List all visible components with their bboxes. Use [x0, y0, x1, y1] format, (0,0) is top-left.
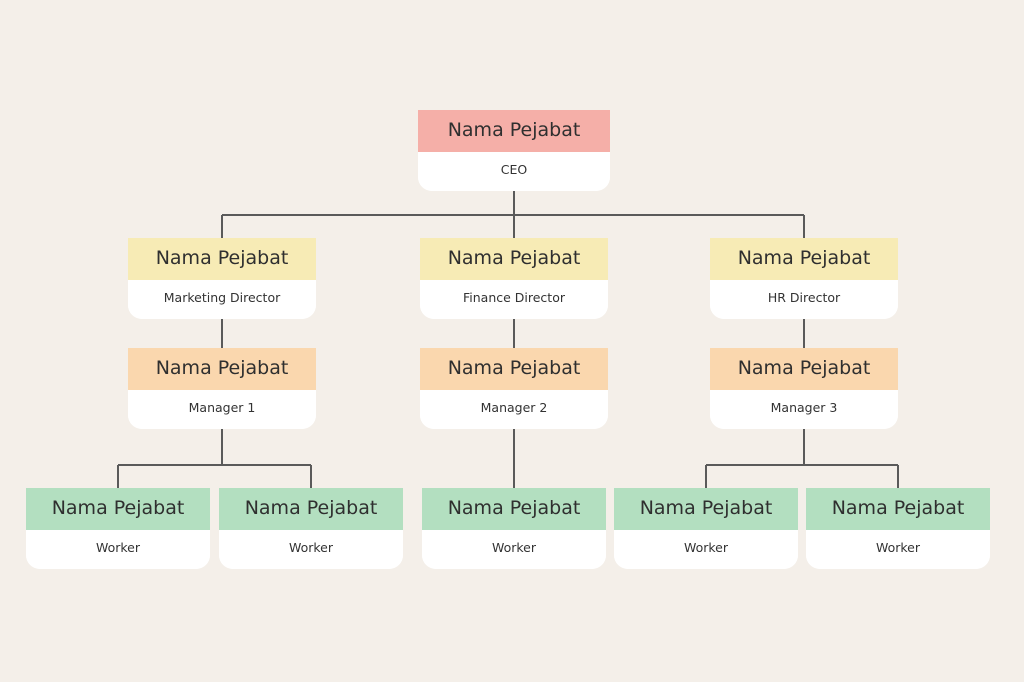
org-node-title: Nama Pejabat	[26, 488, 210, 530]
org-node-title: Nama Pejabat	[710, 238, 898, 280]
org-node-title: Nama Pejabat	[128, 238, 316, 280]
org-chart-canvas: Nama PejabatCEONama PejabatMarketing Dir…	[0, 0, 1024, 682]
org-node-role: Finance Director	[420, 280, 608, 319]
org-node-title: Nama Pejabat	[219, 488, 403, 530]
org-node-role: Worker	[614, 530, 798, 569]
org-node-wrk1[interactable]: Nama PejabatWorker	[26, 488, 210, 569]
org-node-role: HR Director	[710, 280, 898, 319]
org-node-mgr2[interactable]: Nama PejabatManager 2	[420, 348, 608, 429]
org-node-mgr1[interactable]: Nama PejabatManager 1	[128, 348, 316, 429]
org-node-title: Nama Pejabat	[420, 348, 608, 390]
org-node-title: Nama Pejabat	[420, 238, 608, 280]
org-node-dir1[interactable]: Nama PejabatMarketing Director	[128, 238, 316, 319]
org-node-dir3[interactable]: Nama PejabatHR Director	[710, 238, 898, 319]
org-node-role: Worker	[26, 530, 210, 569]
org-node-title: Nama Pejabat	[422, 488, 606, 530]
connector-lines	[0, 0, 1024, 682]
org-node-role: Manager 1	[128, 390, 316, 429]
org-node-role: Worker	[219, 530, 403, 569]
org-node-role: CEO	[418, 152, 610, 191]
org-node-wrk5[interactable]: Nama PejabatWorker	[806, 488, 990, 569]
org-node-role: Marketing Director	[128, 280, 316, 319]
org-node-mgr3[interactable]: Nama PejabatManager 3	[710, 348, 898, 429]
org-node-role: Manager 2	[420, 390, 608, 429]
org-node-title: Nama Pejabat	[806, 488, 990, 530]
org-node-wrk3[interactable]: Nama PejabatWorker	[422, 488, 606, 569]
org-node-title: Nama Pejabat	[128, 348, 316, 390]
org-node-title: Nama Pejabat	[710, 348, 898, 390]
org-node-role: Worker	[806, 530, 990, 569]
org-node-ceo[interactable]: Nama PejabatCEO	[418, 110, 610, 191]
org-node-wrk4[interactable]: Nama PejabatWorker	[614, 488, 798, 569]
org-node-title: Nama Pejabat	[418, 110, 610, 152]
org-node-role: Worker	[422, 530, 606, 569]
org-node-dir2[interactable]: Nama PejabatFinance Director	[420, 238, 608, 319]
org-node-wrk2[interactable]: Nama PejabatWorker	[219, 488, 403, 569]
org-node-title: Nama Pejabat	[614, 488, 798, 530]
org-node-role: Manager 3	[710, 390, 898, 429]
